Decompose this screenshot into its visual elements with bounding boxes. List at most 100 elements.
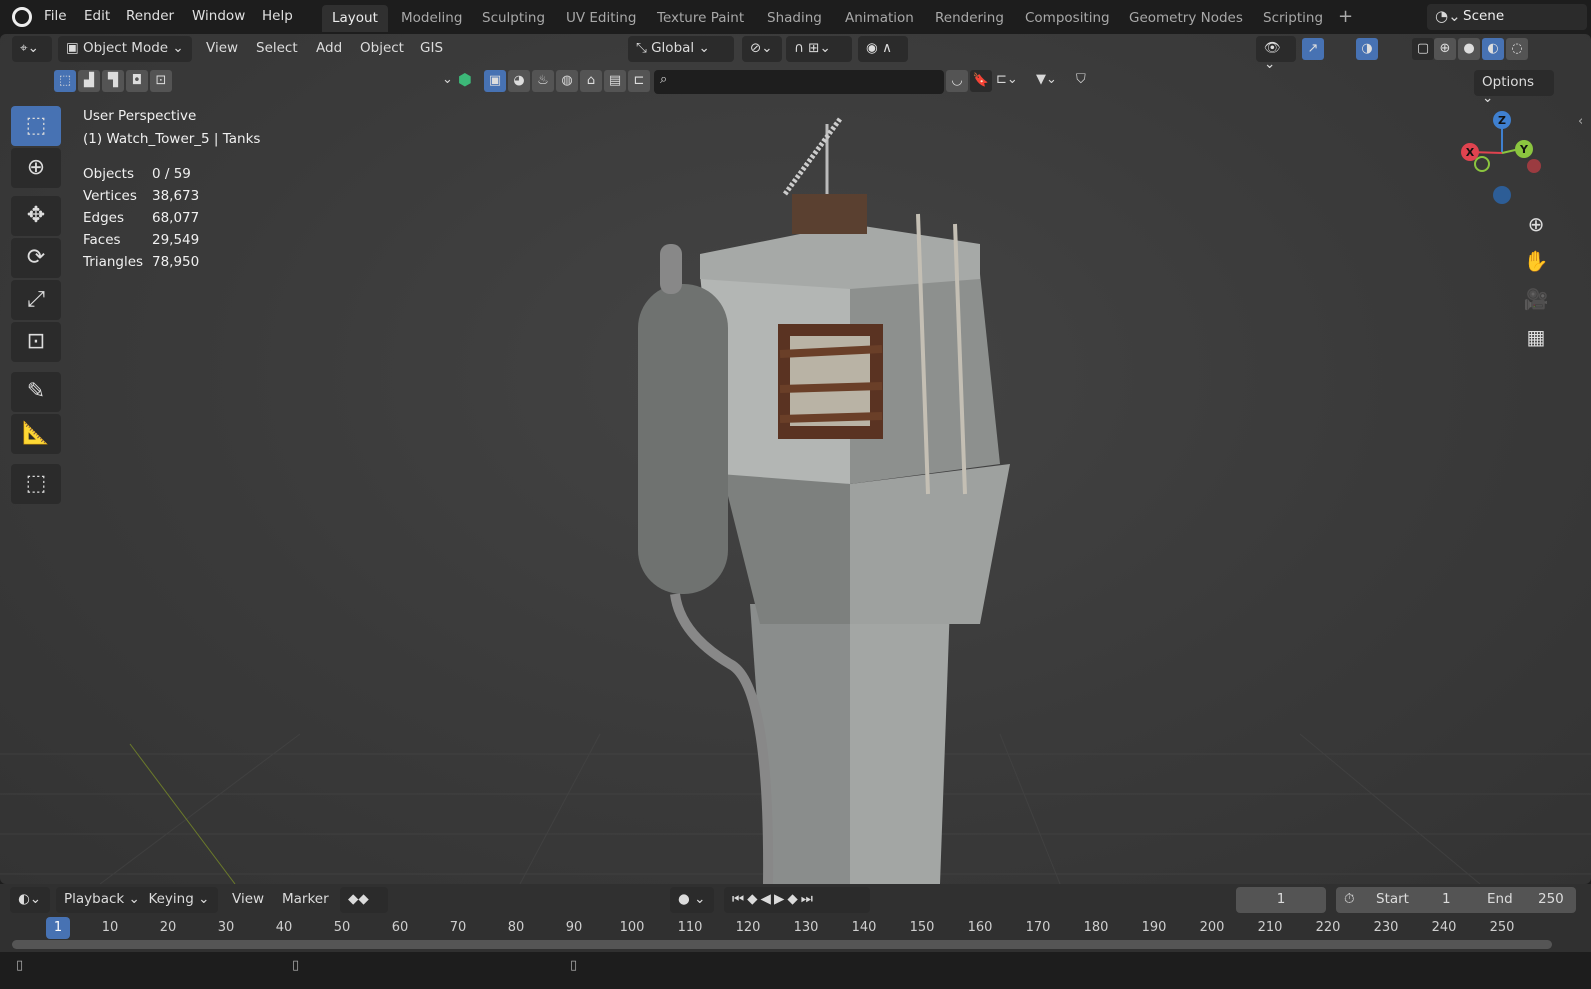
menu-add[interactable]: Add <box>316 40 342 56</box>
frame-tick: 250 <box>1489 920 1515 935</box>
select-invert-icon[interactable]: ◘ <box>126 70 148 92</box>
zoom-icon[interactable]: ⊕ <box>1521 209 1551 239</box>
tab-texture-paint[interactable]: Texture Paint <box>647 5 754 32</box>
wireframe-shading-button[interactable]: ⊕ <box>1434 38 1456 60</box>
search-input[interactable]: ⌕ <box>654 70 944 94</box>
tab-sculpting[interactable]: Sculpting <box>472 5 555 32</box>
orientation-icon: ⤡ <box>636 40 652 56</box>
stat-edges-label: Edges <box>83 210 125 226</box>
filter-material-icon[interactable]: ◕ <box>508 70 530 92</box>
sidebar-toggle-icon[interactable]: ‹ <box>1578 114 1583 129</box>
rendered-shading-button[interactable]: ◌ <box>1506 38 1528 60</box>
frame-tick: 170 <box>1025 920 1051 935</box>
stat-faces-value: 29,549 <box>152 232 200 248</box>
playhead[interactable]: 1 <box>46 917 70 939</box>
annotate-tool[interactable]: ✎ <box>11 372 61 412</box>
menu-view[interactable]: View <box>206 40 238 56</box>
options-dropdown[interactable]: Options ⌄ <box>1474 70 1554 106</box>
material-shading-button[interactable]: ◐ <box>1482 38 1504 60</box>
visibility-dropdown[interactable]: 👁⌄ <box>1256 36 1296 72</box>
stat-edges-value: 68,077 <box>152 210 200 226</box>
add-workspace-button[interactable]: + <box>1338 6 1353 27</box>
filter-geometry-icon[interactable]: ⊏ <box>628 70 650 92</box>
3d-viewport[interactable]: ⌖⌄ ▣ Object Mode ⌄ View Select Add Objec… <box>0 34 1591 884</box>
frame-tick: 90 <box>565 920 583 935</box>
tab-geometry-nodes[interactable]: Geometry Nodes <box>1119 5 1253 32</box>
menu-file[interactable]: File <box>44 8 67 24</box>
select-intersect-icon[interactable]: ⊡ <box>150 70 172 92</box>
menu-window[interactable]: Window <box>192 8 245 24</box>
watch-tower-model <box>638 117 1010 884</box>
cursor-icon: ⊕ <box>26 155 46 180</box>
perspective-grid-icon[interactable]: ▦ <box>1521 322 1551 352</box>
proportional-edit-toggle[interactable]: ◉ ∧ <box>858 36 908 62</box>
menu-select[interactable]: Select <box>256 40 298 56</box>
pivot-point-dropdown[interactable]: ⊘⌄ <box>742 36 782 62</box>
filter-texture-icon[interactable]: ▤ <box>604 70 626 92</box>
gizmo-y-label: Y <box>1519 143 1529 156</box>
filter-dropdown[interactable]: ▼⌄ <box>1036 72 1057 87</box>
filter-brush-icon[interactable]: ⌂ <box>580 70 602 92</box>
gizmo-toggle[interactable]: ↗ <box>1302 38 1324 60</box>
menu-render[interactable]: Render <box>126 8 174 24</box>
frame-tick: 60 <box>391 920 409 935</box>
stat-objects-label: Objects <box>83 166 135 182</box>
navigation-gizmo[interactable]: Z Y X <box>1456 108 1546 208</box>
move-tool[interactable]: ✥ <box>11 196 61 236</box>
measure-icon: 📐 <box>22 421 50 446</box>
timeline[interactable]: ◐⌄ Playback ⌄ Keying ⌄ View Marker ◆◆ ● … <box>0 884 1591 952</box>
frame-tick: 180 <box>1083 920 1109 935</box>
select-subtract-icon[interactable]: ▜ <box>102 70 124 92</box>
tab-animation[interactable]: Animation <box>835 5 924 32</box>
frame-tick: 200 <box>1199 920 1225 935</box>
bookmark-icon[interactable]: 🔖 <box>970 70 992 92</box>
frame-tick: 130 <box>793 920 819 935</box>
annotate-icon: ✎ <box>26 379 46 404</box>
select-box-tool[interactable]: ⬚ <box>11 106 61 146</box>
scene-selector[interactable]: ◔⌄ Scene <box>1427 4 1587 30</box>
menu-gis[interactable]: GIS <box>420 40 443 56</box>
gizmo-z-label: Z <box>1498 114 1506 127</box>
mode-dropdown[interactable]: ▣ Object Mode ⌄ <box>58 36 192 62</box>
tab-uv-editing[interactable]: UV Editing <box>556 5 646 32</box>
menu-edit[interactable]: Edit <box>84 8 110 24</box>
filter-world-icon[interactable]: ◍ <box>556 70 578 92</box>
select-extend-icon[interactable]: ▟ <box>78 70 100 92</box>
rotate-tool[interactable]: ⟳ <box>11 238 61 278</box>
editor-type-button[interactable]: ⌖⌄ <box>12 36 52 62</box>
cursor-tool[interactable]: ⊕ <box>11 148 61 188</box>
add-cube-tool[interactable]: ⬚ <box>11 464 61 504</box>
scale-tool[interactable]: ⤢ <box>11 280 61 320</box>
transform-tool[interactable]: ⊡ <box>11 322 61 362</box>
solid-shading-button[interactable]: ● <box>1458 38 1480 60</box>
measure-tool[interactable]: 📐 <box>11 414 61 454</box>
timeline-scrollbar[interactable] <box>12 940 1552 949</box>
frame-tick: 110 <box>677 920 703 935</box>
snap-toggle[interactable]: ∩ ⊞⌄ <box>786 36 852 62</box>
collapse-icon[interactable]: ◡ <box>946 70 968 92</box>
filter-particles-icon[interactable]: ♨ <box>532 70 554 92</box>
tab-scripting[interactable]: Scripting <box>1253 5 1333 32</box>
select-new-icon[interactable]: ⬚ <box>54 70 76 92</box>
hierarchy-dropdown[interactable]: ⊏⌄ <box>996 72 1018 87</box>
orientation-label: Global <box>651 40 695 56</box>
menu-help[interactable]: Help <box>262 8 293 24</box>
pan-hand-icon[interactable]: ✋ <box>1521 246 1551 276</box>
tab-layout[interactable]: Layout <box>322 5 388 32</box>
camera-icon[interactable]: 🎥 <box>1521 284 1551 314</box>
stat-triangles-label: Triangles <box>83 254 144 270</box>
tab-rendering[interactable]: Rendering <box>925 5 1014 32</box>
playhead-frame: 1 <box>53 920 63 935</box>
xray-toggle[interactable]: ▢ <box>1412 38 1434 60</box>
shield-icon[interactable]: ⛉ <box>1076 72 1086 87</box>
blender-logo-icon[interactable] <box>12 7 32 27</box>
object-types-dropdown[interactable]: ⌄ <box>442 72 453 87</box>
stat-objects-value: 0 / 59 <box>152 166 191 182</box>
tab-shading[interactable]: Shading <box>757 5 832 32</box>
tab-modeling[interactable]: Modeling <box>391 5 472 32</box>
filter-object-icon[interactable]: ▣ <box>484 70 506 92</box>
tab-compositing[interactable]: Compositing <box>1015 5 1120 32</box>
menu-object[interactable]: Object <box>360 40 404 56</box>
overlay-toggle[interactable]: ◑ <box>1356 38 1378 60</box>
transform-orientation-dropdown[interactable]: ⤡ Global ⌄ <box>628 36 734 62</box>
